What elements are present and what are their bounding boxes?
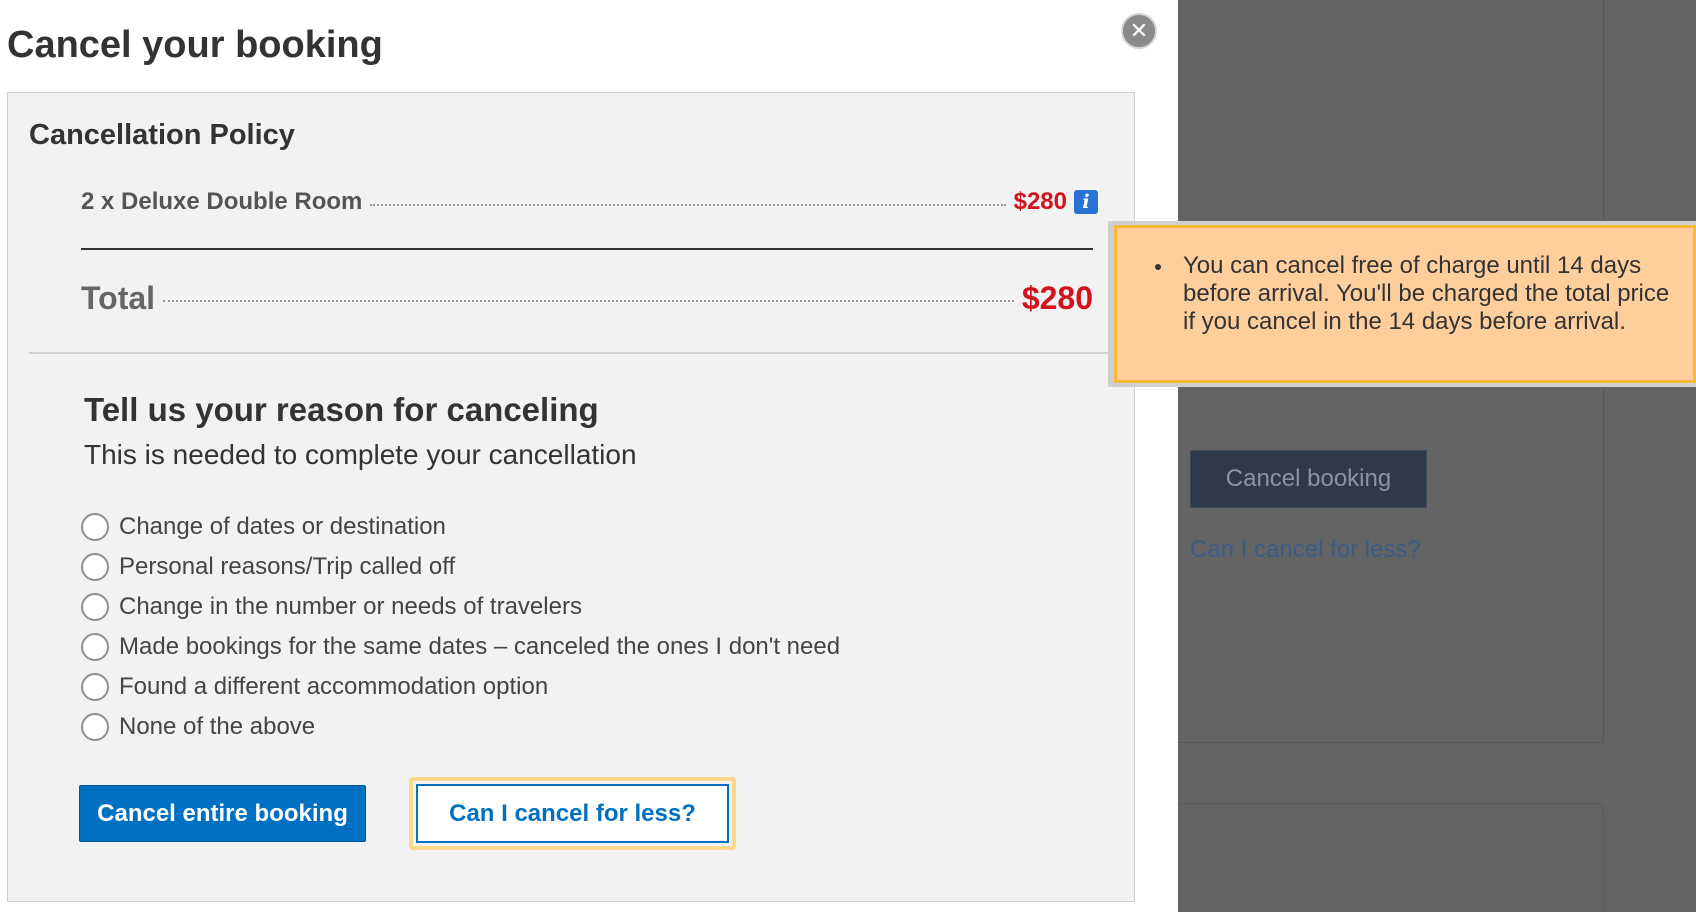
reason-option[interactable]: None of the above <box>81 707 840 747</box>
background-secondary-panel <box>1178 803 1604 912</box>
divider <box>29 352 1136 354</box>
background-cancel-booking-button: Cancel booking <box>1190 450 1427 508</box>
cancel-booking-modal: Cancel your booking ✕ Cancellation Polic… <box>0 0 1178 912</box>
reason-option-label: None of the above <box>119 713 316 740</box>
radio-button[interactable] <box>81 593 109 621</box>
total-label: Total <box>81 279 156 316</box>
policy-tooltip: You can cancel free of charge until 14 d… <box>1114 225 1696 383</box>
reason-options: Change of dates or destination Personal … <box>81 507 840 747</box>
radio-button[interactable] <box>81 513 109 541</box>
cancel-entire-booking-button[interactable]: Cancel entire booking <box>79 785 366 842</box>
cancel-for-less-button[interactable]: Can I cancel for less? <box>416 784 729 843</box>
reason-option-label: Made bookings for the same dates – cance… <box>119 633 841 660</box>
reason-option-label: Change in the number or needs of travele… <box>119 593 582 620</box>
room-label: 2 x Deluxe Double Room <box>81 188 363 215</box>
radio-button[interactable] <box>81 673 109 701</box>
close-icon[interactable]: ✕ <box>1121 13 1157 49</box>
divider <box>81 248 1093 250</box>
cancellation-policy-title: Cancellation Policy <box>29 119 295 151</box>
reason-subtitle: This is needed to complete your cancella… <box>84 439 637 470</box>
room-price: $280 <box>1013 188 1067 215</box>
room-line-item: 2 x Deluxe Double Room $280 i <box>81 187 1098 217</box>
background-cancel-for-less-link: Can I cancel for less? <box>1190 536 1421 563</box>
dotted-leader <box>370 204 1006 206</box>
modal-content: Cancellation Policy 2 x Deluxe Double Ro… <box>7 92 1136 902</box>
reason-title: Tell us your reason for canceling <box>84 391 599 428</box>
reason-option[interactable]: Change of dates or destination <box>81 507 840 547</box>
reason-option-label: Found a different accommodation option <box>119 673 549 700</box>
radio-button[interactable] <box>81 633 109 661</box>
reason-option-label: Change of dates or destination <box>119 513 446 540</box>
total-price: $280 <box>1021 279 1093 316</box>
reason-option[interactable]: Change in the number or needs of travele… <box>81 587 840 627</box>
dotted-leader <box>163 300 1014 302</box>
total-line: Total $280 <box>81 278 1093 318</box>
modal-title: Cancel your booking <box>7 24 383 66</box>
info-icon[interactable]: i <box>1074 190 1098 214</box>
reason-option[interactable]: Found a different accommodation option <box>81 667 840 707</box>
tooltip-list: You can cancel free of charge until 14 d… <box>1117 228 1693 336</box>
radio-button[interactable] <box>81 553 109 581</box>
reason-option[interactable]: Made bookings for the same dates – cance… <box>81 627 840 667</box>
reason-option[interactable]: Personal reasons/Trip called off <box>81 547 840 587</box>
radio-button[interactable] <box>81 713 109 741</box>
reason-option-label: Personal reasons/Trip called off <box>119 553 456 580</box>
tooltip-text: You can cancel free of charge until 14 d… <box>1153 252 1673 336</box>
